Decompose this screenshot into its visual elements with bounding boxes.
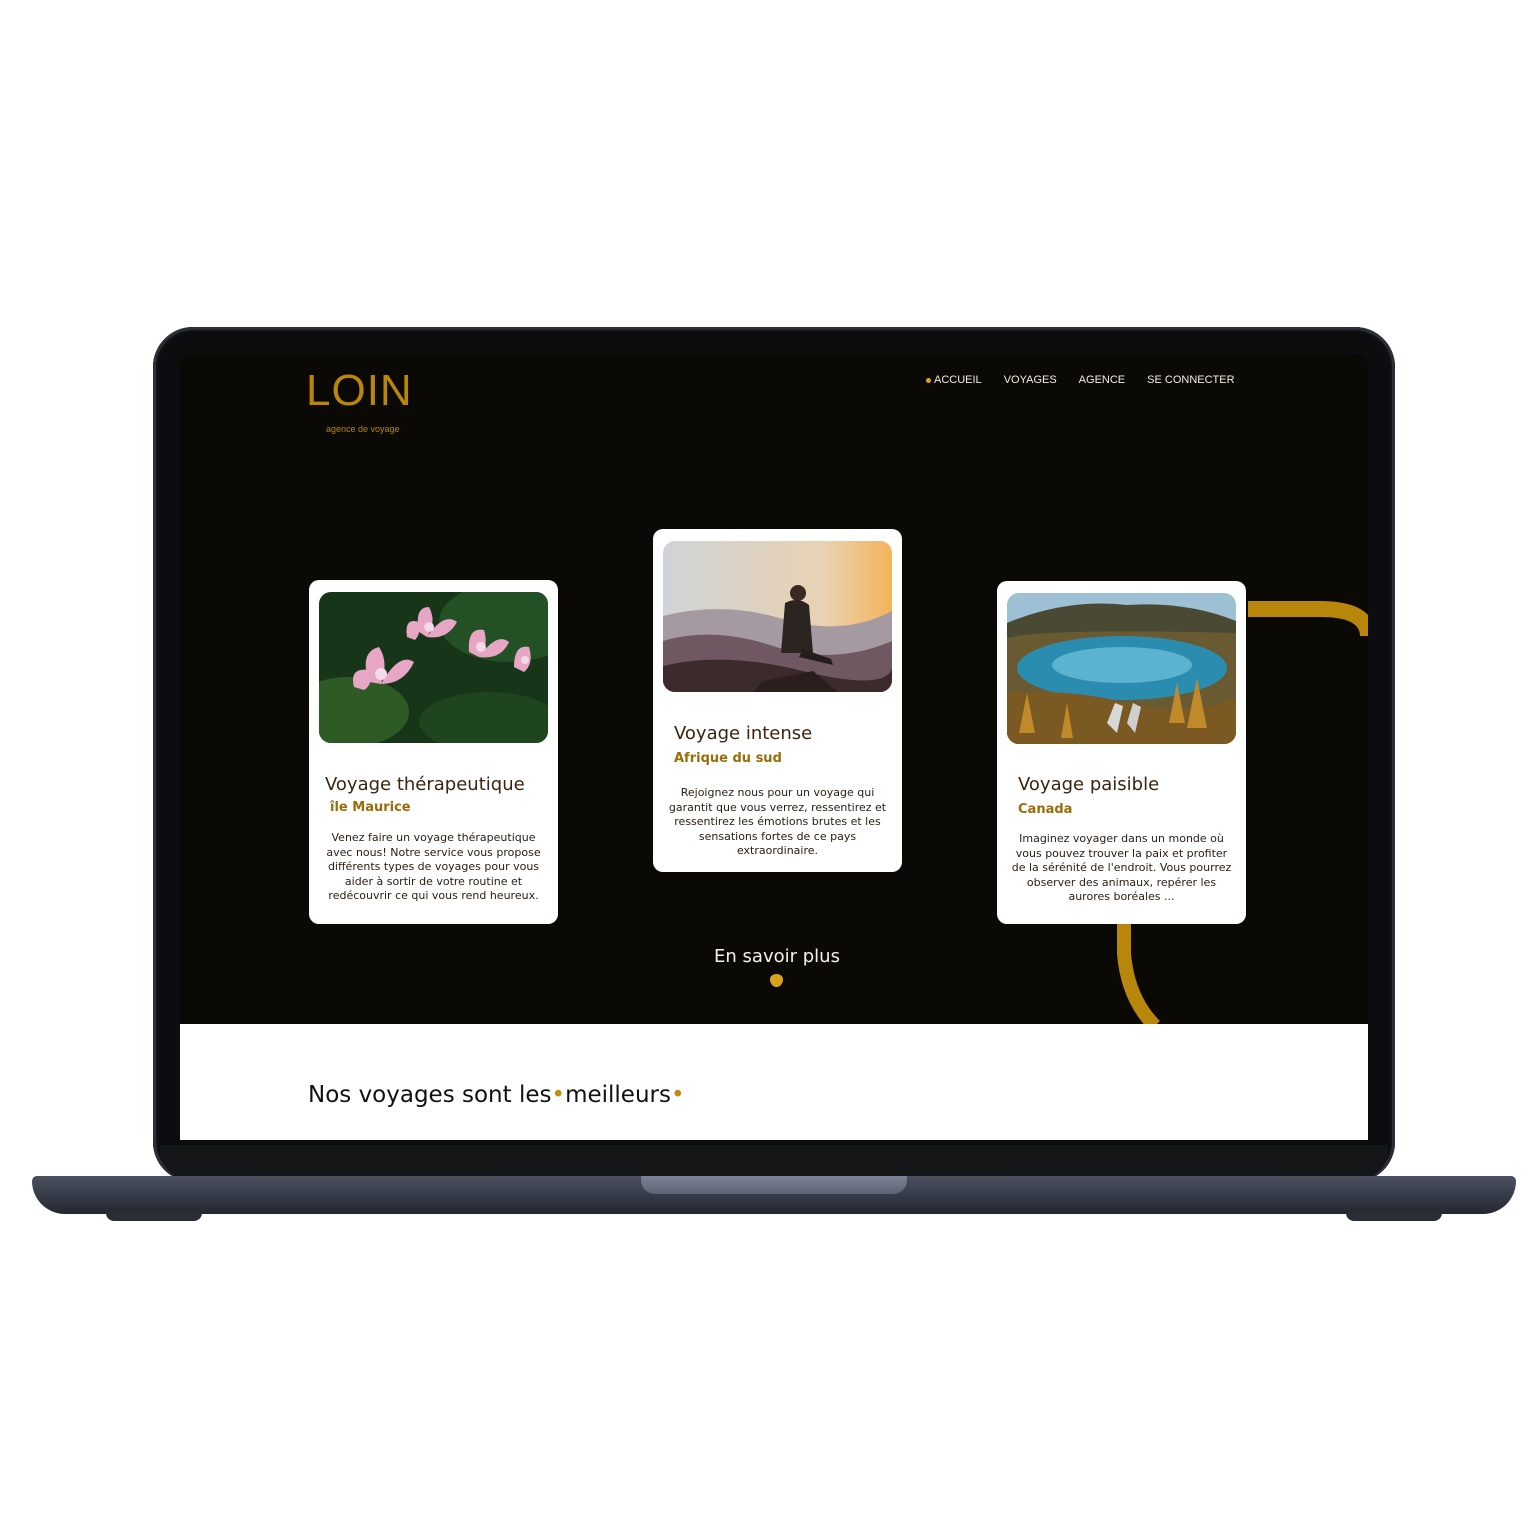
content-section: Nos voyages sont les•meilleurs• [180,1024,1368,1140]
active-dot-icon [926,377,931,383]
section-title-emphasis: meilleurs [565,1082,671,1108]
laptop-foot-right [1346,1212,1442,1221]
trip-card-therapeutique[interactable]: Voyage thérapeutique île Maurice Venez f… [309,580,558,924]
card-description: Rejoignez nous pour un voyage qui garant… [668,786,887,857]
lotus-flower-image [319,592,548,743]
nav-item-se-connecter[interactable]: SE CONNECTER [1147,374,1234,386]
logo-wordmark: LOIN [306,366,413,415]
logo-tagline: agence de voyage [326,424,400,434]
laptop-notch [641,1176,907,1194]
title-dot-icon: • [551,1082,566,1108]
trip-card-intense[interactable]: Voyage intense Afrique du sud Rejoignez … [653,529,902,872]
main-nav: ACCUEIL VOYAGES AGENCE SE CONNECTER [926,374,1235,386]
nav-label: VOYAGES [1003,374,1057,386]
card-location: Afrique du sud [674,751,782,766]
en-savoir-plus-link[interactable]: En savoir plus [700,946,854,967]
nav-item-agence[interactable]: AGENCE [1079,374,1125,386]
card-title: Voyage thérapeutique [325,774,525,795]
section-title: Nos voyages sont les•meilleurs• [308,1082,685,1108]
card-location: île Maurice [330,800,411,815]
nav-item-accueil[interactable]: ACCUEIL [926,374,982,386]
nav-label: AGENCE [1078,374,1126,386]
title-dot-icon: • [670,1082,685,1108]
card-description: Venez faire un voyage thérapeutique avec… [326,831,541,902]
section-title-text: Nos voyages sont les [308,1082,552,1108]
lake-canada-image [1007,593,1236,744]
browser-viewport: LOIN agence de voyage ACCUEIL VOYAGES AG… [180,354,1368,1140]
card-title: Voyage paisible [1018,774,1160,795]
trip-card-paisible[interactable]: Voyage paisible Canada Imaginez voyager … [997,581,1246,924]
nav-label: SE CONNECTER [1147,374,1235,386]
nav-item-voyages[interactable]: VOYAGES [1004,374,1057,386]
card-location: Canada [1018,802,1073,817]
nav-label: ACCUEIL [934,374,982,386]
logo[interactable]: LOIN agence de voyage [306,366,416,434]
card-description: Imaginez voyager dans un monde où vous p… [1011,832,1232,903]
mountain-woman-image [663,541,892,692]
card-title: Voyage intense [674,723,813,744]
laptop-foot-left [106,1212,202,1221]
laptop-chin [160,1145,1388,1180]
